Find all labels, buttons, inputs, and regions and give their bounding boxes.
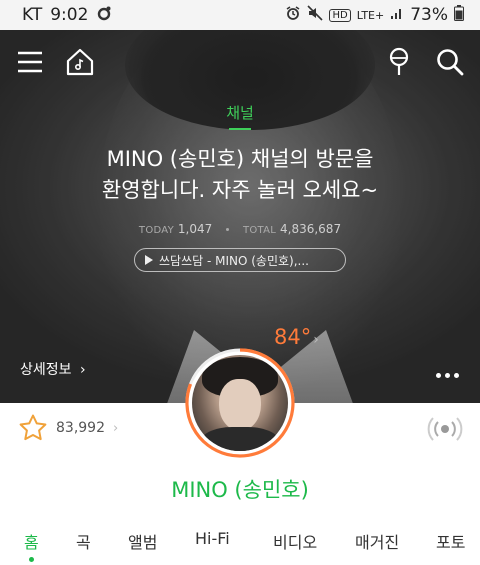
channel-tabs: 홈 곡 앨범 Hi-Fi 비디오 매거진 포토 <box>0 529 480 565</box>
total-label: TOTAL <box>242 225 277 236</box>
tab-photos[interactable]: 포토 <box>436 529 465 553</box>
artist-name: MINO (송민호) <box>171 478 309 502</box>
app-notification-icon <box>96 5 112 26</box>
alarm-icon <box>285 5 301 25</box>
tab-songs[interactable]: 곡 <box>76 529 91 553</box>
tab-home[interactable]: 홈 <box>24 529 39 553</box>
tab-magazine[interactable]: 매거진 <box>355 529 399 553</box>
mute-icon <box>307 5 324 25</box>
microphone-icon[interactable] <box>383 46 415 78</box>
battery-icon <box>454 5 464 25</box>
top-nav <box>0 46 480 78</box>
status-left: KT 9:02 <box>22 5 112 26</box>
status-right: HD LTE+ 73% <box>285 5 464 25</box>
broadcast-icon[interactable] <box>427 414 463 444</box>
avatar-face <box>219 379 261 431</box>
carrier-label: KT <box>22 5 43 25</box>
network-label: LTE+ <box>356 8 385 22</box>
fan-button[interactable]: 83,992 › <box>18 413 118 443</box>
channel-label: 채널 <box>226 104 254 122</box>
signal-icon <box>390 6 404 24</box>
today-count: 1,047 <box>177 222 213 236</box>
menu-icon[interactable] <box>14 46 46 78</box>
channel-temperature[interactable]: 84° › <box>274 325 319 349</box>
visit-stats: TODAY 1,047 TOTAL 4,836,687 <box>0 222 480 236</box>
song-title: 쓰담쓰담 - MINO (송민호),... <box>159 253 309 268</box>
search-icon[interactable] <box>434 46 466 78</box>
artist-avatar[interactable] <box>192 355 288 451</box>
tab-videos[interactable]: 비디오 <box>273 529 317 553</box>
chevron-right-icon: › <box>313 332 319 348</box>
active-tab-indicator <box>29 557 34 562</box>
home-icon[interactable] <box>64 46 96 78</box>
welcome-line-1: MINO (송민호) 채널의 방문을 <box>106 147 374 171</box>
avatar-body <box>200 427 280 451</box>
fan-count: 83,992 <box>56 420 105 436</box>
battery-percent: 73% <box>410 5 448 25</box>
today-label: TODAY <box>138 225 175 236</box>
detail-info-link[interactable]: 상세정보 › <box>20 359 86 379</box>
welcome-line-2: 환영합니다. 자주 놀러 오세요~ <box>101 178 379 202</box>
chevron-right-icon: › <box>79 362 86 378</box>
temperature-value: 84° <box>274 325 312 349</box>
more-options-icon[interactable] <box>436 373 459 378</box>
channel-song-button[interactable]: 쓰담쓰담 - MINO (송민호),... <box>134 248 346 272</box>
tab-hifi[interactable]: Hi-Fi <box>195 529 230 548</box>
channel-label-underline <box>229 128 251 130</box>
play-icon <box>145 255 153 265</box>
tab-albums[interactable]: 앨범 <box>128 529 157 553</box>
clock: 9:02 <box>50 5 89 25</box>
welcome-message: MINO (송민호) 채널의 방문을 환영합니다. 자주 놀러 오세요~ <box>0 144 480 206</box>
detail-info-label: 상세정보 <box>20 362 72 378</box>
stats-separator <box>226 228 230 231</box>
total-count: 4,836,687 <box>280 222 342 236</box>
chevron-right-icon: › <box>113 420 119 436</box>
star-icon <box>19 414 47 441</box>
status-bar: KT 9:02 HD LTE+ 73% <box>0 0 480 30</box>
hd-badge: HD <box>329 8 351 22</box>
